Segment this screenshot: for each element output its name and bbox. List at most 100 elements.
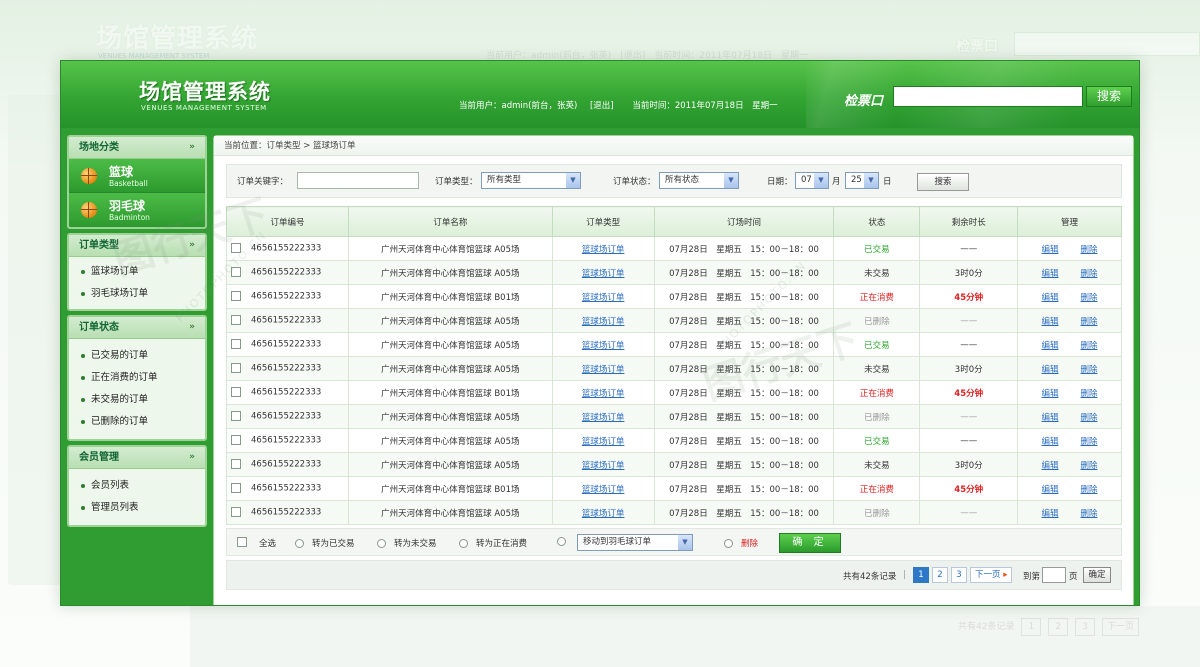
radio-to-consuming[interactable]: 转为正在消费 [459,537,527,549]
delete-link[interactable]: 删除 [1081,365,1098,375]
collapse-chevron-icon[interactable]: » [189,235,195,256]
order-type-link[interactable]: 篮球场订单 [582,317,625,327]
row-checkbox[interactable] [231,507,241,518]
cell-manage: 编辑 删除 [1017,236,1122,261]
next-page-button[interactable]: 下一页 ▸ [970,567,1012,583]
delete-link[interactable]: 删除 [1081,437,1098,447]
sidebar: 场地分类 » 篮球 Basketball 羽毛球 Badminton 订单类型 … [67,135,207,605]
sidebar-section-header[interactable]: 场地分类 » [69,137,205,159]
cell-order-id: 4656155222333 [226,380,349,405]
sidebar-item-basketball-orders[interactable]: 篮球场订单 [81,261,205,283]
edit-link[interactable]: 编辑 [1042,365,1059,375]
row-checkbox[interactable] [231,315,241,326]
order-id: 4656155222333 [251,267,322,278]
delete-link[interactable]: 删除 [1081,485,1098,495]
edit-link[interactable]: 编辑 [1042,341,1059,351]
logout-link[interactable]: [退出] [590,101,614,111]
sidebar-item-admin-list[interactable]: 管理员列表 [81,497,205,519]
delete-link[interactable]: 删除 [1081,389,1098,399]
sidebar-item-deleted[interactable]: 已删除的订单 [81,411,205,433]
table-row: 4656155222333 广州天河体育中心体育馆篮球 B01场 篮球场订单 07月2… [226,380,1122,405]
edit-link[interactable]: 编辑 [1042,413,1059,423]
delete-link[interactable]: 删除 [1081,269,1098,279]
collapse-chevron-icon[interactable]: » [189,317,195,338]
keyword-input[interactable] [297,172,419,189]
row-checkbox[interactable] [231,291,241,302]
order-type-select[interactable]: 所有类型 [481,172,581,189]
sidebar-item-badminton-orders[interactable]: 羽毛球场订单 [81,283,205,305]
sidebar-section-title: 会员管理 [79,452,119,463]
row-checkbox[interactable] [231,459,241,470]
collapse-chevron-icon[interactable]: » [189,137,195,158]
delete-link[interactable]: 删除 [1081,293,1098,303]
sidebar-item-untraded[interactable]: 未交易的订单 [81,389,205,411]
radio-move[interactable] [557,537,574,547]
order-type-link[interactable]: 篮球场订单 [582,269,625,279]
order-type-link[interactable]: 篮球场订单 [582,365,625,375]
radio-delete[interactable]: 删除 [724,537,758,549]
order-type-link[interactable]: 篮球场订单 [582,437,625,447]
edit-link[interactable]: 编辑 [1042,293,1059,303]
sidebar-item-traded[interactable]: 已交易的订单 [81,345,205,367]
filter-search-button[interactable]: 搜索 [917,173,969,191]
checkbox-icon [237,537,247,547]
sidebar-item-member-list[interactable]: 会员列表 [81,475,205,497]
ticket-search-input[interactable] [893,86,1083,107]
order-type-link[interactable]: 篮球场订单 [582,245,625,255]
order-type-link[interactable]: 篮球场订单 [582,341,625,351]
goto-label: 到第 [1023,572,1041,582]
radio-to-untraded[interactable]: 转为未交易 [377,537,437,549]
month-select[interactable]: 07 [795,172,829,189]
delete-link[interactable]: 删除 [1081,413,1098,423]
order-type-link[interactable]: 篮球场订单 [582,389,625,399]
move-to-select[interactable]: 移动到羽毛球订单 [577,534,693,551]
delete-link[interactable]: 删除 [1081,245,1098,255]
edit-link[interactable]: 编辑 [1042,269,1059,279]
order-type-link[interactable]: 篮球场订单 [582,293,625,303]
row-checkbox[interactable] [231,339,241,350]
edit-link[interactable]: 编辑 [1042,317,1059,327]
sidebar-section-header[interactable]: 订单状态 » [69,317,205,339]
cell-order-id: 4656155222333 [226,476,349,501]
edit-link[interactable]: 编辑 [1042,485,1059,495]
order-type-link[interactable]: 篮球场订单 [582,413,625,423]
delete-link[interactable]: 删除 [1081,461,1098,471]
delete-link[interactable]: 删除 [1081,509,1098,519]
row-checkbox[interactable] [231,363,241,374]
goto-page-button[interactable]: 确定 [1083,567,1111,583]
page-2-button[interactable]: 2 [932,567,948,583]
order-type-link[interactable]: 篮球场订单 [582,485,625,495]
delete-link[interactable]: 删除 [1081,317,1098,327]
page-1-button[interactable]: 1 [913,567,929,583]
radio-to-traded[interactable]: 转为已交易 [295,537,355,549]
order-status-select[interactable]: 所有状态 [659,172,739,189]
order-type-link[interactable]: 篮球场订单 [582,461,625,471]
sidebar-item-basketball[interactable]: 篮球 Basketball [69,159,205,193]
goto-page-input[interactable] [1042,567,1066,583]
edit-link[interactable]: 编辑 [1042,437,1059,447]
row-checkbox[interactable] [231,435,241,446]
select-all-checkbox[interactable] [237,537,247,548]
row-checkbox[interactable] [231,267,241,278]
confirm-button[interactable]: 确 定 [779,533,841,553]
radio-label: 转为未交易 [394,539,437,549]
sidebar-item-consuming[interactable]: 正在消费的订单 [81,367,205,389]
row-checkbox[interactable] [231,483,241,494]
sidebar-section-header[interactable]: 会员管理 » [69,447,205,469]
collapse-chevron-icon[interactable]: » [189,447,195,468]
page-3-button[interactable]: 3 [951,567,967,583]
sport-name: 篮球 [109,165,134,179]
row-checkbox[interactable] [231,387,241,398]
sidebar-section-header[interactable]: 订单类型 » [69,235,205,257]
delete-link[interactable]: 删除 [1081,341,1098,351]
ticket-search-button[interactable]: 搜索 [1086,86,1132,107]
sidebar-item-badminton[interactable]: 羽毛球 Badminton [69,193,205,227]
day-select[interactable]: 25 [845,172,879,189]
edit-link[interactable]: 编辑 [1042,461,1059,471]
order-type-link[interactable]: 篮球场订单 [582,509,625,519]
edit-link[interactable]: 编辑 [1042,389,1059,399]
edit-link[interactable]: 编辑 [1042,509,1059,519]
row-checkbox[interactable] [231,243,241,254]
row-checkbox[interactable] [231,411,241,422]
edit-link[interactable]: 编辑 [1042,245,1059,255]
